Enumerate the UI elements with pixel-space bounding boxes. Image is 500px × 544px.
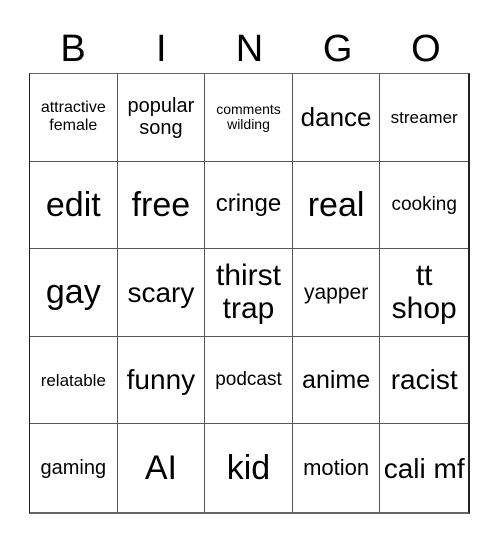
bingo-cell-text: streamer bbox=[390, 107, 458, 127]
bingo-cell[interactable]: gaming bbox=[30, 424, 118, 512]
bingo-cell[interactable]: comments wilding bbox=[205, 74, 293, 162]
bingo-cell[interactable]: streamer bbox=[380, 74, 468, 162]
bingo-cell-text: podcast bbox=[215, 369, 282, 391]
bingo-cell-text: cooking bbox=[391, 194, 457, 216]
bingo-cell-text: free bbox=[131, 185, 191, 224]
bingo-cell[interactable]: free bbox=[117, 161, 206, 250]
bingo-cell[interactable]: anime bbox=[292, 336, 381, 425]
bingo-cell[interactable]: attractive female bbox=[30, 74, 118, 162]
bingo-header: B I N G O bbox=[29, 26, 470, 72]
bingo-cell-text: cali mf bbox=[383, 452, 465, 484]
bingo-cell[interactable]: cooking bbox=[380, 162, 468, 250]
bingo-cell-text: gaming bbox=[40, 456, 107, 479]
bingo-cell[interactable]: kid bbox=[205, 424, 293, 512]
bingo-grid: attractive female popular song comments wi… bbox=[29, 73, 470, 514]
bingo-cell-text: anime bbox=[302, 366, 371, 395]
bingo-cell[interactable]: funny bbox=[117, 336, 206, 425]
bingo-cell[interactable]: relatable bbox=[30, 336, 118, 425]
header-letter-g: G bbox=[322, 28, 353, 70]
bingo-cell[interactable]: popular song bbox=[117, 74, 206, 162]
bingo-cell-text: real bbox=[307, 185, 365, 224]
bingo-cell-text: gay bbox=[45, 273, 101, 312]
header-letter-i: I bbox=[156, 28, 167, 70]
bingo-cell-text: comments wilding bbox=[216, 100, 281, 133]
bingo-cell-text: yapper bbox=[303, 280, 369, 304]
bingo-cell-text: dance bbox=[300, 101, 372, 132]
bingo-cell-text: AI bbox=[144, 449, 177, 488]
bingo-cell[interactable]: AI bbox=[118, 424, 206, 512]
header-letter-o: O bbox=[411, 28, 441, 70]
bingo-cell[interactable]: edit bbox=[30, 161, 118, 250]
bingo-cell-text: funny bbox=[126, 364, 196, 396]
bingo-cell[interactable]: tt shop bbox=[380, 249, 468, 337]
bingo-cell-text: edit bbox=[45, 185, 101, 224]
bingo-cell-text: kid bbox=[226, 449, 271, 488]
bingo-cell[interactable]: real bbox=[292, 161, 381, 250]
bingo-cell-text: relatable bbox=[40, 370, 106, 390]
bingo-cell[interactable]: cali mf bbox=[380, 424, 468, 512]
bingo-cell[interactable]: gay bbox=[30, 249, 118, 337]
header-letter-n: N bbox=[235, 28, 264, 70]
bingo-cell-text: attractive female bbox=[40, 99, 106, 135]
bingo-cell-text: cringe bbox=[215, 190, 282, 218]
bingo-cell-text: scary bbox=[127, 276, 195, 308]
bingo-cell-text: thirst trap bbox=[215, 258, 281, 326]
bingo-cell[interactable]: yapper bbox=[292, 249, 381, 337]
bingo-cell-text: popular song bbox=[127, 94, 195, 140]
bingo-cell[interactable]: thirst trap bbox=[205, 249, 293, 337]
bingo-cell-text: motion bbox=[303, 454, 370, 480]
bingo-cell[interactable]: cringe bbox=[205, 161, 293, 250]
bingo-cell-text: racist bbox=[390, 364, 458, 396]
bingo-cell-text: tt shop bbox=[391, 258, 457, 326]
bingo-cell[interactable]: dance bbox=[292, 74, 381, 162]
bingo-cell[interactable]: scary bbox=[117, 249, 206, 337]
header-letter-b: B bbox=[60, 28, 86, 70]
bingo-cell[interactable]: racist bbox=[380, 337, 468, 425]
bingo-cell[interactable]: motion bbox=[293, 424, 381, 512]
bingo-cell[interactable]: podcast bbox=[205, 336, 293, 425]
